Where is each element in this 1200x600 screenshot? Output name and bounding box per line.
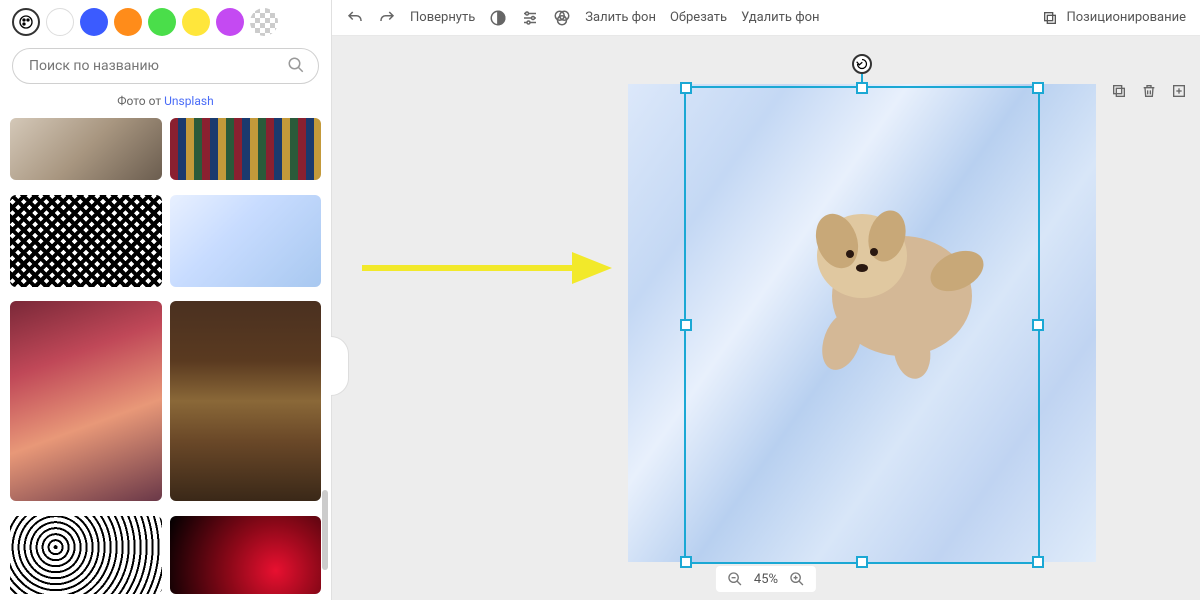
zoom-out-icon[interactable] <box>726 570 744 588</box>
thumbnail[interactable] <box>10 118 162 180</box>
fill-bg-button[interactable]: Залить фон <box>585 10 656 25</box>
contrast-icon[interactable] <box>489 9 507 27</box>
swatch-green[interactable] <box>148 8 176 36</box>
zoom-value: 45% <box>754 572 778 587</box>
search-input[interactable] <box>12 48 319 84</box>
swatch-transparent[interactable] <box>250 8 278 36</box>
resize-handle-t[interactable] <box>856 82 868 94</box>
swatch-white[interactable] <box>46 8 74 36</box>
redo-icon[interactable] <box>378 9 396 27</box>
top-toolbar: Повернуть Залить фон Обрезать Удалить фо… <box>332 0 1200 36</box>
thumbnail[interactable] <box>10 301 162 501</box>
resize-handle-tl[interactable] <box>680 82 692 94</box>
sidebar: Фото от Unsplash <box>0 0 332 600</box>
swatch-purple[interactable] <box>216 8 244 36</box>
collapse-sidebar-tab[interactable] <box>331 336 349 396</box>
resize-handle-b[interactable] <box>856 556 868 568</box>
zoom-control: 45% <box>716 566 816 592</box>
remove-bg-button[interactable]: Удалить фон <box>741 10 819 25</box>
credit-link[interactable]: Unsplash <box>164 94 214 108</box>
artboard[interactable] <box>628 84 1096 562</box>
zoom-in-icon[interactable] <box>788 570 806 588</box>
thumbnail[interactable] <box>170 516 322 594</box>
thumbnail[interactable] <box>170 195 322 287</box>
crop-button[interactable]: Обрезать <box>670 10 727 25</box>
resize-handle-br[interactable] <box>1032 556 1044 568</box>
positioning-button[interactable]: Позиционирование <box>1042 10 1186 26</box>
swatch-yellow[interactable] <box>182 8 210 36</box>
swatch-blue[interactable] <box>80 8 108 36</box>
positioning-label: Позиционирование <box>1066 10 1186 25</box>
canvas-area: Повернуть Залить фон Обрезать Удалить фо… <box>332 0 1200 600</box>
swatch-orange[interactable] <box>114 8 142 36</box>
annotation-arrow <box>362 260 612 276</box>
resize-handle-r[interactable] <box>1032 319 1044 331</box>
credit-prefix: Фото от <box>117 94 164 108</box>
thumbnail[interactable] <box>10 195 162 287</box>
search-icon <box>287 56 305 78</box>
duplicate-icon[interactable] <box>1108 80 1130 102</box>
thumbnail-grid <box>0 118 331 600</box>
scrollbar[interactable] <box>322 490 328 570</box>
canvas-background[interactable]: 45% <box>332 36 1200 600</box>
resize-handle-bl[interactable] <box>680 556 692 568</box>
adjust-icon[interactable] <box>521 9 539 27</box>
resize-handle-l[interactable] <box>680 319 692 331</box>
thumbnail[interactable] <box>10 516 162 594</box>
color-swatch-row <box>0 0 331 44</box>
search-container <box>0 44 331 90</box>
photo-credit: Фото от Unsplash <box>0 90 331 118</box>
rotate-button[interactable]: Повернуть <box>410 10 475 25</box>
thumbnail[interactable] <box>170 118 322 180</box>
trash-icon[interactable] <box>1138 80 1160 102</box>
filter-icon[interactable] <box>553 9 571 27</box>
thumbnail[interactable] <box>170 301 322 501</box>
undo-icon[interactable] <box>346 9 364 27</box>
palette-icon[interactable] <box>12 8 40 36</box>
add-icon[interactable] <box>1168 80 1190 102</box>
rotate-handle[interactable] <box>852 54 872 74</box>
resize-handle-tr[interactable] <box>1032 82 1044 94</box>
